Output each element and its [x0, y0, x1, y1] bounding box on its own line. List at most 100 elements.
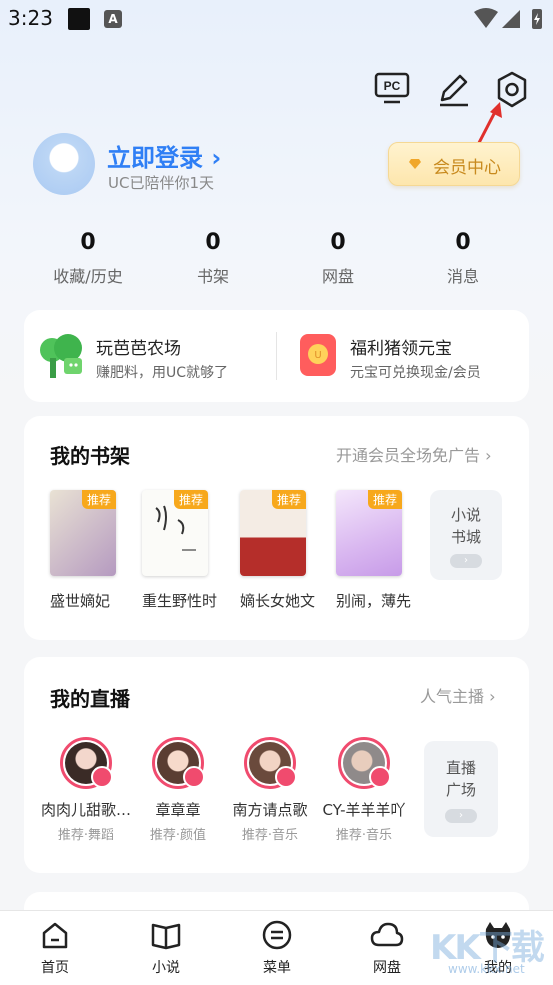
book-title: 别闹，薄先 — [336, 592, 412, 610]
book-icon — [151, 923, 181, 950]
svg-text:PC: PC — [384, 79, 401, 93]
home-icon — [42, 922, 68, 949]
novel-store-button[interactable]: 小说 书城 › — [430, 490, 502, 580]
live-badge-icon — [91, 766, 113, 788]
bookshelf-vip-link[interactable]: 开通会员全场免广告 › — [336, 442, 492, 466]
stat-favorites-history[interactable]: 0 收藏/历史 — [28, 230, 148, 287]
stat-label: 书架 — [196, 267, 229, 286]
stat-messages[interactable]: 0 消息 — [403, 230, 523, 287]
live-badge-icon — [275, 766, 297, 788]
nav-novel[interactable]: 小说 — [126, 919, 206, 977]
stat-value: 0 — [205, 230, 221, 255]
avatar[interactable] — [33, 133, 95, 195]
host-avatar — [152, 737, 205, 789]
promo-subtitle: 赚肥料，用UC就够了 — [96, 365, 229, 381]
chevron-right-icon: › — [485, 446, 492, 465]
stat-label: 网盘 — [321, 267, 354, 286]
promo-title: 玩芭芭农场 — [96, 339, 181, 359]
bookshelf-card: 我的书架 开通会员全场免广告 › 推荐 盛世嫡妃 推荐 重生野性时 推荐 嫡长女… — [24, 416, 529, 640]
live-title: 我的直播 — [50, 687, 130, 711]
live-plaza-button[interactable]: 直播 广场 › — [424, 741, 498, 837]
nav-label: 首页 — [41, 960, 69, 976]
live-host-item[interactable]: 南方请点歌 推荐·音乐 — [222, 737, 318, 843]
tree-icon — [40, 334, 82, 378]
live-host-item[interactable]: 章章章 推荐·颜值 — [130, 737, 226, 843]
live-host-item[interactable]: 肉肉儿甜歌… 推荐·舞蹈 — [38, 737, 134, 843]
host-category: 推荐·舞蹈 — [57, 828, 115, 843]
recommend-tag: 推荐 — [81, 490, 116, 509]
host-name: 南方请点歌 — [232, 801, 308, 819]
promo-pig[interactable]: U 福利猪领元宝 元宝可兑换现金/会员 — [300, 332, 520, 384]
host-avatar — [244, 737, 297, 789]
nav-cloud-drive[interactable]: 网盘 — [347, 919, 427, 977]
host-category: 推荐·颜值 — [149, 828, 207, 843]
more-label-line1: 直播 — [445, 759, 476, 777]
status-time: 3:23 — [8, 6, 53, 30]
notification-square-icon — [68, 8, 90, 30]
recommend-tag: 推荐 — [367, 490, 402, 509]
chevron-right-icon: › — [450, 554, 482, 568]
diamond-icon — [409, 159, 421, 169]
book-title: 重生野性时 — [142, 592, 218, 610]
wifi-icon — [474, 8, 498, 28]
host-category: 推荐·音乐 — [335, 828, 393, 843]
more-label-line2: 书城 — [450, 528, 481, 546]
pig-coin-icon: U — [300, 334, 336, 376]
book-cover: 推荐 — [336, 490, 402, 576]
stat-label: 收藏/历史 — [53, 267, 123, 286]
nav-label: 网盘 — [373, 960, 401, 976]
vip-center-button[interactable]: 会员中心 — [388, 142, 520, 186]
live-badge-icon — [183, 766, 205, 788]
login-link[interactable]: 立即登录 › — [107, 138, 221, 173]
nav-home[interactable]: 首页 — [15, 919, 95, 977]
notification-a-icon: A — [104, 10, 122, 28]
live-card: 我的直播 人气主播 › 肉肉儿甜歌… 推荐·舞蹈 章章章 推荐·颜值 南方请点歌… — [24, 657, 529, 873]
more-label-line2: 广场 — [445, 781, 476, 799]
watermark-url: www.kkx.net — [448, 962, 525, 976]
login-label: 立即登录 — [107, 144, 203, 172]
svg-text:U: U — [314, 350, 321, 361]
book-item[interactable]: 推荐 别闹，薄先 — [336, 490, 428, 611]
stat-value: 0 — [455, 230, 471, 255]
book-item[interactable]: 推荐 嫡长女她文 — [240, 490, 332, 611]
book-item[interactable]: 推荐 盛世嫡妃 — [50, 490, 142, 611]
stat-value: 0 — [330, 230, 346, 255]
nav-label: 菜单 — [263, 960, 291, 976]
promo-farm[interactable]: 玩芭芭农场 赚肥料，用UC就够了 — [38, 332, 278, 384]
host-name: CY-羊羊羊吖 — [322, 801, 406, 819]
book-title: 嫡长女她文 — [240, 592, 316, 610]
stat-cloud-drive[interactable]: 0 网盘 — [278, 230, 398, 287]
book-title: 盛世嫡妃 — [50, 592, 111, 610]
host-name: 肉肉儿甜歌… — [40, 801, 131, 819]
vip-center-label: 会员中心 — [433, 158, 501, 178]
book-cover: 推荐 — [240, 490, 306, 576]
book-cover: 推荐 — [142, 490, 208, 576]
promo-divider — [276, 332, 277, 380]
recommend-tag: 推荐 — [271, 490, 306, 509]
promo-title: 福利猪领元宝 — [350, 339, 452, 359]
stat-bookshelf[interactable]: 0 书架 — [153, 230, 273, 287]
chevron-right-icon: › — [445, 809, 477, 823]
stat-value: 0 — [80, 230, 96, 255]
nav-menu[interactable]: 菜单 — [237, 919, 317, 977]
pc-mode-icon: PC — [374, 72, 410, 104]
pc-mode-button[interactable]: PC — [372, 68, 412, 108]
chevron-right-icon: › — [211, 144, 222, 172]
host-category: 推荐·音乐 — [241, 828, 299, 843]
host-avatar — [338, 737, 391, 789]
menu-icon — [262, 920, 292, 950]
more-label-line1: 小说 — [450, 506, 481, 524]
promo-subtitle: 元宝可兑换现金/会员 — [350, 365, 481, 381]
host-avatar — [60, 737, 113, 789]
signal-icon — [502, 10, 520, 28]
live-link-label: 人气主播 — [420, 687, 485, 706]
live-host-item[interactable]: CY-羊羊羊吖 推荐·音乐 — [316, 737, 412, 843]
book-item[interactable]: 推荐 重生野性时 — [142, 490, 234, 611]
book-cover: 推荐 — [50, 490, 116, 576]
bookshelf-title: 我的书架 — [50, 444, 130, 468]
status-icons — [474, 8, 542, 29]
popular-hosts-link[interactable]: 人气主播 › — [420, 683, 496, 707]
cloud-icon — [370, 922, 404, 947]
companion-days: UC已陪伴你1天 — [108, 174, 214, 192]
stat-label: 消息 — [446, 267, 479, 286]
